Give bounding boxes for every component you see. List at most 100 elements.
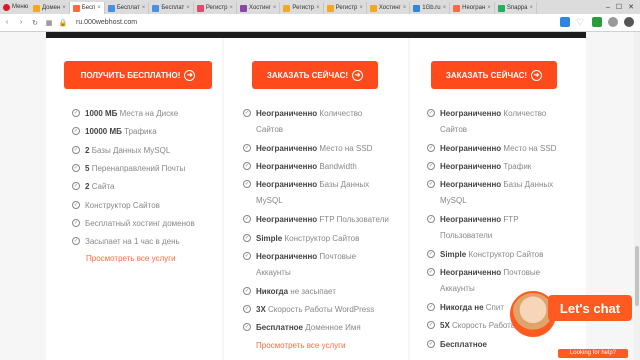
tab-close-icon[interactable]: × — [487, 5, 491, 11]
feature-description-line2: Аккаунты — [256, 267, 291, 277]
favicon-icon — [33, 4, 40, 12]
favicon-icon — [196, 4, 204, 12]
browser-tab[interactable]: Хостинг × — [367, 2, 411, 14]
browser-tab[interactable]: Неогран × — [450, 2, 495, 14]
tab-close-icon[interactable]: × — [316, 5, 320, 11]
feature-item: ✓ 5X Скорость Работы — [427, 321, 517, 330]
order-now-button[interactable]: ЗАКАЗАТЬ СЕЙЧАС! ➜ — [252, 61, 378, 89]
feature-text: Неограниченно Место на SSD — [440, 144, 556, 153]
tab-close-icon[interactable]: × — [142, 5, 146, 11]
feature-highlight: Неограниченно — [256, 143, 318, 153]
check-circle-icon: ✓ — [243, 180, 251, 189]
check-circle-icon: ✓ — [72, 200, 80, 209]
tab-close-icon[interactable]: × — [359, 5, 363, 11]
url-input[interactable]: ru.000webhost.com — [76, 19, 137, 26]
browser-tab[interactable]: Хостинг × — [237, 2, 281, 14]
feature-item: ✓ 10000 МБ Трафика — [72, 127, 157, 136]
browser-menu-button[interactable]: Меню — [0, 0, 30, 14]
feature-highlight: Неограниченно — [440, 180, 502, 190]
extension-icon[interactable] — [624, 17, 634, 27]
favicon-icon — [497, 4, 505, 12]
feature-text: Конструктор Сайтов — [85, 201, 160, 210]
feature-item: ✓ Конструктор Сайтов — [72, 200, 160, 210]
tab-close-icon[interactable]: × — [403, 5, 407, 11]
check-circle-icon: ✓ — [243, 215, 251, 224]
tab-close-icon[interactable]: × — [443, 5, 447, 11]
check-circle-icon: ✓ — [243, 286, 251, 295]
tab-close-icon[interactable]: × — [273, 5, 277, 11]
feature-description: Сайта — [91, 182, 115, 192]
favicon-icon — [369, 4, 377, 12]
feature-item: ✓ Неограниченно Количество Сайтов — [427, 109, 546, 134]
heart-icon[interactable]: ♡ — [576, 17, 586, 27]
feature-description-line2: MySQL — [440, 196, 467, 206]
page-scrollbar[interactable] — [634, 32, 640, 360]
tab-label: Snappa — [506, 5, 528, 11]
chat-widget[interactable]: Let's chat Looking for help? — [510, 291, 632, 360]
shield-icon[interactable] — [560, 17, 570, 27]
browser-tab[interactable]: Домен × — [30, 2, 70, 14]
feature-description: не засыпает — [290, 286, 336, 296]
feature-description: Bandwidth — [319, 162, 357, 172]
browser-tab[interactable]: Регистр × — [324, 2, 367, 14]
tab-label: 1Gb.ru — [422, 5, 441, 11]
feature-description: Скорость Работы WordPress — [268, 304, 375, 314]
tab-close-icon[interactable]: × — [530, 5, 534, 11]
feature-item: ✓ Неограниченно Базы Данных MySQL — [427, 180, 553, 205]
feature-description: FTP Пользователи — [319, 215, 389, 225]
favicon-icon — [240, 4, 248, 12]
browser-tab[interactable]: 1Gb.ru × — [410, 2, 451, 14]
extension-icon[interactable] — [608, 17, 618, 27]
speed-dial-icon[interactable]: ▦ — [42, 19, 56, 27]
tab-close-icon[interactable]: × — [62, 5, 66, 11]
browser-tab[interactable]: Бесплат × — [149, 2, 194, 14]
browser-tab[interactable]: Регистр × — [280, 2, 324, 14]
browser-tab[interactable]: Бесп × — [69, 2, 105, 14]
feature-text: 5 Перенаправлений Почты — [85, 164, 185, 173]
maximize-icon[interactable]: ☐ — [616, 3, 622, 11]
browser-tab[interactable]: Бесплат × — [105, 2, 150, 14]
order-now-button[interactable]: ЗАКАЗАТЬ СЕЙЧАС! ➜ — [431, 61, 557, 89]
feature-item: ✓ 1000 МБ Места на Диске — [72, 109, 178, 118]
browser-tab[interactable]: Регистр × — [194, 2, 238, 14]
close-window-icon[interactable]: ✕ — [628, 3, 634, 11]
tab-close-icon[interactable]: × — [186, 5, 190, 11]
download-icon[interactable] — [592, 17, 602, 27]
view-all-services-link[interactable]: Просмотреть все услуги — [256, 341, 346, 350]
check-circle-icon: ✓ — [427, 109, 435, 117]
view-all-services-link[interactable]: Просмотреть все услуги — [86, 254, 176, 263]
tab-label: Регистр — [335, 5, 358, 11]
back-icon[interactable]: ‹ — [0, 19, 14, 26]
favicon-icon — [413, 4, 421, 12]
feature-highlight: Simple — [440, 250, 467, 259]
feature-highlight: 3X — [256, 304, 266, 314]
arrow-right-icon: ➜ — [352, 69, 364, 81]
forward-icon[interactable]: › — [14, 19, 28, 26]
favicon-icon — [283, 4, 291, 12]
feature-description: Конструктор Сайтов — [85, 200, 160, 210]
scrollbar-thumb[interactable] — [635, 246, 639, 306]
feature-highlight: Неограниченно — [256, 251, 318, 261]
chat-subtitle: Looking for help? — [558, 349, 628, 358]
feature-item: ✓ Неограниченно Bandwidth — [243, 162, 357, 171]
feature-item: ✓ 5 Перенаправлений Почты — [72, 163, 185, 173]
feature-text: Неограниченно Базы Данных MySQL — [256, 180, 369, 205]
feature-highlight: Неограниченно — [440, 162, 502, 172]
tab-label: Бесплат — [161, 5, 185, 11]
feature-text: Неограниченно FTP Пользователи — [440, 215, 519, 240]
feature-highlight: Неограниченно — [256, 215, 318, 225]
feature-description-line2: Сайтов — [440, 125, 468, 134]
feature-item: ✓ Неограниченно FTP Пользователи — [427, 215, 519, 240]
check-circle-icon: ✓ — [243, 323, 251, 332]
feature-description: Базы Данных — [319, 180, 370, 190]
browser-tab[interactable]: Snappa × — [495, 2, 538, 14]
tab-label: Бесп — [81, 5, 96, 11]
minimize-icon[interactable]: – — [606, 4, 610, 11]
tab-close-icon[interactable]: × — [230, 5, 234, 11]
tab-bar: Меню Домен × Бесп × Бесплат × Бесплат × Регистр ×… — [0, 0, 640, 14]
get-free-button[interactable]: ПОЛУЧИТЬ БЕСПЛАТНО! ➜ — [64, 61, 212, 89]
feature-text: Никогда не засыпает — [256, 287, 336, 296]
tab-close-icon[interactable]: × — [97, 5, 101, 11]
reload-icon[interactable]: ↻ — [28, 19, 42, 27]
feature-description-line2: Пользователи — [440, 231, 493, 241]
